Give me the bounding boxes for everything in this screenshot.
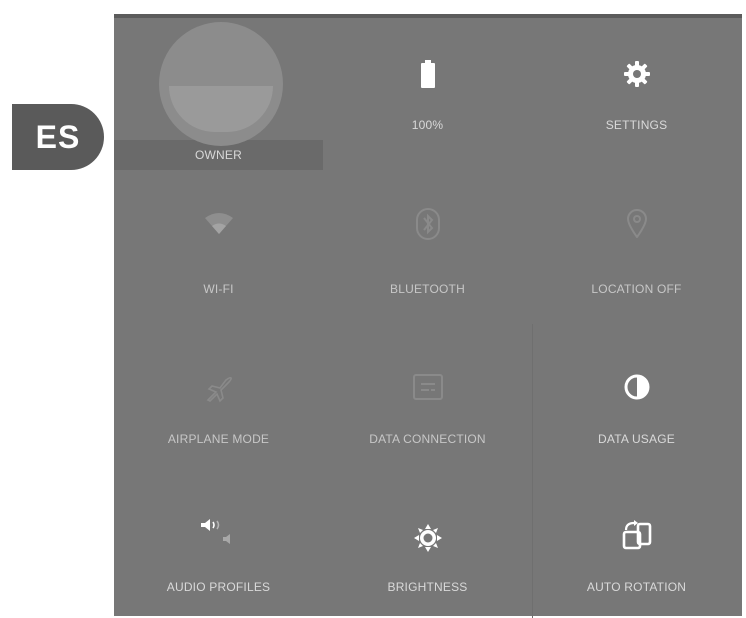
tile-label-location: LOCATION OFF (591, 282, 682, 296)
wifi-icon (204, 212, 234, 241)
tile-settings[interactable]: SETTINGS (532, 18, 741, 168)
manual-page: ES OWNER 100% SETTINGS WI-FI BLUETOOTH L… (0, 0, 746, 618)
location-icon (626, 208, 648, 243)
tile-data-connection[interactable]: DATA CONNECTION (323, 322, 532, 472)
tile-bluetooth[interactable]: BLUETOOTH (323, 170, 532, 320)
tile-label-auto-rotation: AUTO ROTATION (586, 580, 687, 594)
audio-profiles-icon (199, 518, 239, 553)
tile-wifi[interactable]: WI-FI (114, 170, 323, 320)
auto-rotation-icon (620, 520, 654, 555)
tile-data-usage[interactable]: DATA USAGE (532, 322, 741, 472)
tile-label-data-usage: DATA USAGE (598, 432, 675, 446)
bluetooth-icon (415, 208, 440, 245)
tile-label-brightness: BRIGHTNESS (387, 580, 468, 594)
language-code: ES (35, 118, 81, 155)
tile-auto-rotation[interactable]: AUTO ROTATION (532, 474, 741, 618)
language-tab: ES (12, 104, 104, 170)
tile-label-airplane-mode: AIRPLANE MODE (167, 432, 270, 446)
quick-settings-panel: OWNER 100% SETTINGS WI-FI BLUETOOTH LOCA… (114, 14, 742, 618)
tile-owner[interactable]: OWNER (114, 18, 323, 170)
tile-label-audio-profiles: AUDIO PROFILES (166, 580, 271, 594)
battery-icon (420, 60, 436, 93)
tile-label-wifi: WI-FI (203, 282, 234, 296)
tile-location[interactable]: LOCATION OFF (532, 170, 741, 320)
airplane-icon (204, 374, 234, 409)
quick-settings-grid: OWNER 100% SETTINGS WI-FI BLUETOOTH LOCA… (114, 18, 742, 618)
tile-battery[interactable]: 100% (323, 18, 532, 168)
brightness-icon (413, 524, 442, 557)
tile-label-battery: 100% (411, 118, 444, 132)
gear-icon (623, 60, 651, 93)
data-usage-icon (624, 374, 650, 405)
tile-audio-profiles[interactable]: AUDIO PROFILES (114, 474, 323, 618)
tile-label-bluetooth: BLUETOOTH (390, 282, 465, 296)
tile-label-data-connection: DATA CONNECTION (369, 432, 486, 446)
data-connection-icon (412, 374, 443, 405)
tile-label-owner: OWNER (195, 148, 242, 162)
avatar-icon (159, 22, 283, 146)
grid-divider (532, 324, 533, 618)
tile-label-settings: SETTINGS (605, 118, 668, 132)
tile-brightness[interactable]: BRIGHTNESS (323, 474, 532, 618)
tile-airplane-mode[interactable]: AIRPLANE MODE (114, 322, 323, 472)
